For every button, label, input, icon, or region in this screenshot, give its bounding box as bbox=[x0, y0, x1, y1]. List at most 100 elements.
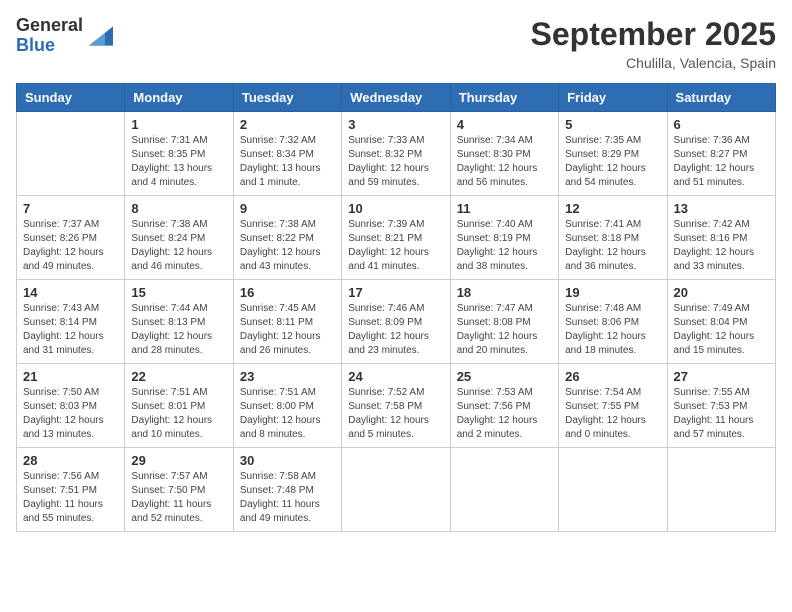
sunset: Sunset: 8:27 PM bbox=[674, 149, 748, 160]
day-info: Sunrise: 7:56 AM Sunset: 7:51 PM Dayligh… bbox=[23, 470, 118, 526]
daylight: Daylight: 12 hours and 8 minutes. bbox=[240, 415, 321, 440]
calendar-cell: 5 Sunrise: 7:35 AM Sunset: 8:29 PM Dayli… bbox=[559, 112, 667, 196]
daylight: Daylight: 12 hours and 23 minutes. bbox=[348, 331, 429, 356]
day-info: Sunrise: 7:40 AM Sunset: 8:19 PM Dayligh… bbox=[457, 218, 552, 274]
daylight: Daylight: 13 hours and 4 minutes. bbox=[131, 163, 212, 188]
sunrise: Sunrise: 7:46 AM bbox=[348, 303, 424, 314]
calendar-cell: 24 Sunrise: 7:52 AM Sunset: 7:58 PM Dayl… bbox=[342, 364, 450, 448]
sunset: Sunset: 7:58 PM bbox=[348, 401, 422, 412]
day-info: Sunrise: 7:48 AM Sunset: 8:06 PM Dayligh… bbox=[565, 302, 660, 358]
sunset: Sunset: 8:24 PM bbox=[131, 233, 205, 244]
day-number: 4 bbox=[457, 117, 552, 132]
calendar-cell: 12 Sunrise: 7:41 AM Sunset: 8:18 PM Dayl… bbox=[559, 196, 667, 280]
logo-blue: Blue bbox=[16, 36, 83, 56]
sunrise: Sunrise: 7:34 AM bbox=[457, 135, 533, 146]
calendar-table: SundayMondayTuesdayWednesdayThursdayFrid… bbox=[16, 83, 776, 532]
calendar-week-row: 28 Sunrise: 7:56 AM Sunset: 7:51 PM Dayl… bbox=[17, 448, 776, 532]
calendar-cell: 4 Sunrise: 7:34 AM Sunset: 8:30 PM Dayli… bbox=[450, 112, 558, 196]
daylight: Daylight: 12 hours and 46 minutes. bbox=[131, 247, 212, 272]
daylight: Daylight: 12 hours and 26 minutes. bbox=[240, 331, 321, 356]
day-number: 8 bbox=[131, 201, 226, 216]
daylight: Daylight: 11 hours and 57 minutes. bbox=[674, 415, 754, 440]
day-number: 16 bbox=[240, 285, 335, 300]
sunset: Sunset: 8:26 PM bbox=[23, 233, 97, 244]
sunset: Sunset: 8:04 PM bbox=[674, 317, 748, 328]
sunset: Sunset: 8:16 PM bbox=[674, 233, 748, 244]
sunset: Sunset: 7:55 PM bbox=[565, 401, 639, 412]
sunrise: Sunrise: 7:41 AM bbox=[565, 219, 641, 230]
weekday-header-wednesday: Wednesday bbox=[342, 84, 450, 112]
day-info: Sunrise: 7:55 AM Sunset: 7:53 PM Dayligh… bbox=[674, 386, 769, 442]
calendar-cell bbox=[450, 448, 558, 532]
day-number: 30 bbox=[240, 453, 335, 468]
sunset: Sunset: 8:18 PM bbox=[565, 233, 639, 244]
sunrise: Sunrise: 7:47 AM bbox=[457, 303, 533, 314]
daylight: Daylight: 12 hours and 51 minutes. bbox=[674, 163, 755, 188]
calendar-cell: 15 Sunrise: 7:44 AM Sunset: 8:13 PM Dayl… bbox=[125, 280, 233, 364]
day-info: Sunrise: 7:44 AM Sunset: 8:13 PM Dayligh… bbox=[131, 302, 226, 358]
sunrise: Sunrise: 7:39 AM bbox=[348, 219, 424, 230]
daylight: Daylight: 12 hours and 5 minutes. bbox=[348, 415, 429, 440]
calendar-cell: 10 Sunrise: 7:39 AM Sunset: 8:21 PM Dayl… bbox=[342, 196, 450, 280]
daylight: Daylight: 12 hours and 41 minutes. bbox=[348, 247, 429, 272]
sunrise: Sunrise: 7:51 AM bbox=[131, 387, 207, 398]
day-info: Sunrise: 7:33 AM Sunset: 8:32 PM Dayligh… bbox=[348, 134, 443, 190]
calendar-cell: 26 Sunrise: 7:54 AM Sunset: 7:55 PM Dayl… bbox=[559, 364, 667, 448]
calendar-cell bbox=[342, 448, 450, 532]
calendar-cell: 13 Sunrise: 7:42 AM Sunset: 8:16 PM Dayl… bbox=[667, 196, 775, 280]
calendar-cell: 11 Sunrise: 7:40 AM Sunset: 8:19 PM Dayl… bbox=[450, 196, 558, 280]
day-info: Sunrise: 7:37 AM Sunset: 8:26 PM Dayligh… bbox=[23, 218, 118, 274]
day-number: 15 bbox=[131, 285, 226, 300]
sunset: Sunset: 7:48 PM bbox=[240, 485, 314, 496]
daylight: Daylight: 11 hours and 52 minutes. bbox=[131, 499, 211, 524]
sunset: Sunset: 7:51 PM bbox=[23, 485, 97, 496]
calendar-week-row: 14 Sunrise: 7:43 AM Sunset: 8:14 PM Dayl… bbox=[17, 280, 776, 364]
day-number: 6 bbox=[674, 117, 769, 132]
day-info: Sunrise: 7:45 AM Sunset: 8:11 PM Dayligh… bbox=[240, 302, 335, 358]
calendar-cell bbox=[667, 448, 775, 532]
daylight: Daylight: 12 hours and 13 minutes. bbox=[23, 415, 104, 440]
logo-general: General bbox=[16, 16, 83, 36]
day-info: Sunrise: 7:38 AM Sunset: 8:24 PM Dayligh… bbox=[131, 218, 226, 274]
day-info: Sunrise: 7:49 AM Sunset: 8:04 PM Dayligh… bbox=[674, 302, 769, 358]
calendar-cell: 25 Sunrise: 7:53 AM Sunset: 7:56 PM Dayl… bbox=[450, 364, 558, 448]
sunset: Sunset: 8:11 PM bbox=[240, 317, 313, 328]
sunrise: Sunrise: 7:44 AM bbox=[131, 303, 207, 314]
day-info: Sunrise: 7:36 AM Sunset: 8:27 PM Dayligh… bbox=[674, 134, 769, 190]
sunset: Sunset: 8:01 PM bbox=[131, 401, 205, 412]
weekday-header-tuesday: Tuesday bbox=[233, 84, 341, 112]
sunset: Sunset: 8:35 PM bbox=[131, 149, 205, 160]
daylight: Daylight: 12 hours and 2 minutes. bbox=[457, 415, 538, 440]
sunrise: Sunrise: 7:32 AM bbox=[240, 135, 316, 146]
sunset: Sunset: 8:34 PM bbox=[240, 149, 314, 160]
calendar-cell: 23 Sunrise: 7:51 AM Sunset: 8:00 PM Dayl… bbox=[233, 364, 341, 448]
day-number: 12 bbox=[565, 201, 660, 216]
calendar-cell: 7 Sunrise: 7:37 AM Sunset: 8:26 PM Dayli… bbox=[17, 196, 125, 280]
weekday-header-monday: Monday bbox=[125, 84, 233, 112]
calendar-cell: 17 Sunrise: 7:46 AM Sunset: 8:09 PM Dayl… bbox=[342, 280, 450, 364]
day-info: Sunrise: 7:57 AM Sunset: 7:50 PM Dayligh… bbox=[131, 470, 226, 526]
calendar-cell: 22 Sunrise: 7:51 AM Sunset: 8:01 PM Dayl… bbox=[125, 364, 233, 448]
day-number: 13 bbox=[674, 201, 769, 216]
day-info: Sunrise: 7:41 AM Sunset: 8:18 PM Dayligh… bbox=[565, 218, 660, 274]
logo-icon bbox=[89, 26, 113, 46]
day-number: 27 bbox=[674, 369, 769, 384]
sunrise: Sunrise: 7:50 AM bbox=[23, 387, 99, 398]
sunrise: Sunrise: 7:36 AM bbox=[674, 135, 750, 146]
calendar-cell: 27 Sunrise: 7:55 AM Sunset: 7:53 PM Dayl… bbox=[667, 364, 775, 448]
weekday-header-friday: Friday bbox=[559, 84, 667, 112]
day-info: Sunrise: 7:51 AM Sunset: 8:00 PM Dayligh… bbox=[240, 386, 335, 442]
daylight: Daylight: 12 hours and 38 minutes. bbox=[457, 247, 538, 272]
sunrise: Sunrise: 7:56 AM bbox=[23, 471, 99, 482]
title-area: September 2025 Chulilla, Valencia, Spain bbox=[531, 16, 776, 71]
daylight: Daylight: 12 hours and 15 minutes. bbox=[674, 331, 755, 356]
day-number: 5 bbox=[565, 117, 660, 132]
day-info: Sunrise: 7:42 AM Sunset: 8:16 PM Dayligh… bbox=[674, 218, 769, 274]
calendar-cell: 20 Sunrise: 7:49 AM Sunset: 8:04 PM Dayl… bbox=[667, 280, 775, 364]
day-info: Sunrise: 7:31 AM Sunset: 8:35 PM Dayligh… bbox=[131, 134, 226, 190]
day-number: 14 bbox=[23, 285, 118, 300]
sunrise: Sunrise: 7:43 AM bbox=[23, 303, 99, 314]
day-number: 19 bbox=[565, 285, 660, 300]
day-number: 28 bbox=[23, 453, 118, 468]
calendar-cell: 28 Sunrise: 7:56 AM Sunset: 7:51 PM Dayl… bbox=[17, 448, 125, 532]
